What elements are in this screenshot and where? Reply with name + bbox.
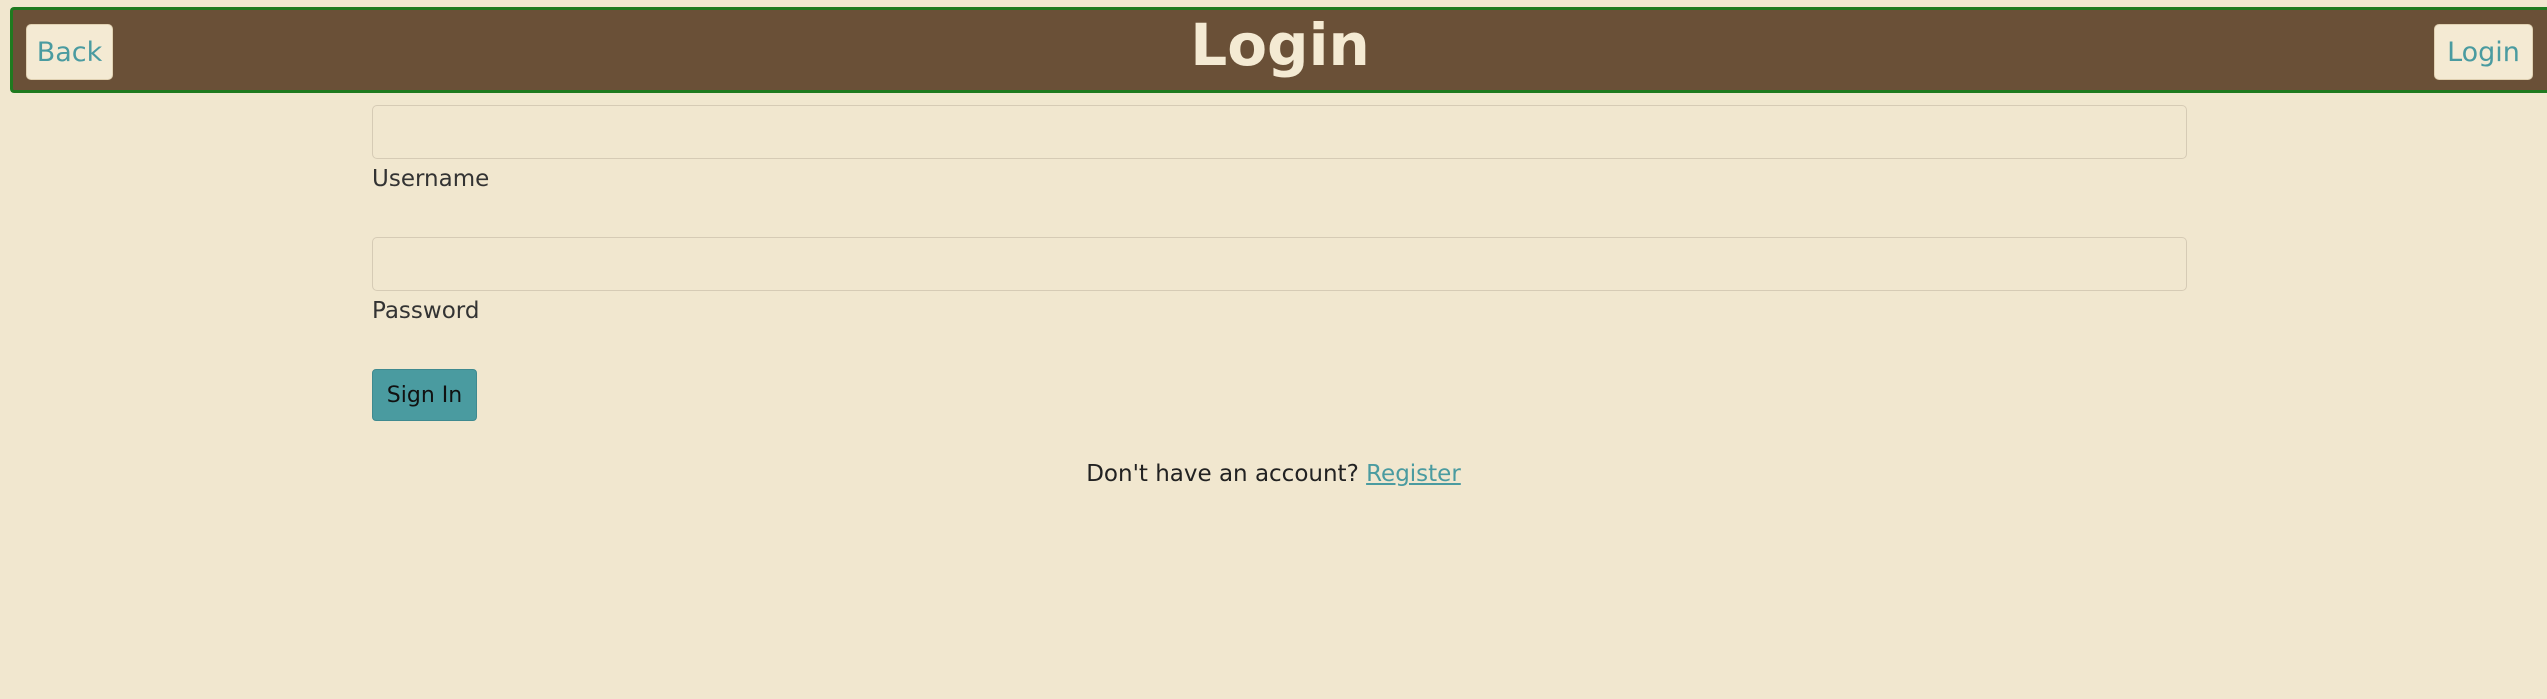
password-label: Password: [372, 298, 480, 324]
top-nav-bar: Back Login Login: [10, 7, 2547, 93]
password-input[interactable]: [372, 237, 2187, 291]
password-group: Password: [372, 237, 2187, 327]
username-group: Username: [372, 105, 2187, 195]
sign-in-button[interactable]: Sign In: [372, 369, 477, 421]
register-prompt: Don't have an account? Register: [0, 459, 2547, 489]
page-title: Login: [1190, 11, 1370, 79]
register-link[interactable]: Register: [1366, 461, 1461, 487]
login-form: Username Password Sign In: [372, 105, 2187, 421]
register-prompt-text: Don't have an account?: [1086, 461, 1359, 487]
login-nav-button[interactable]: Login: [2434, 24, 2533, 80]
username-input[interactable]: [372, 105, 2187, 159]
username-label: Username: [372, 166, 490, 192]
